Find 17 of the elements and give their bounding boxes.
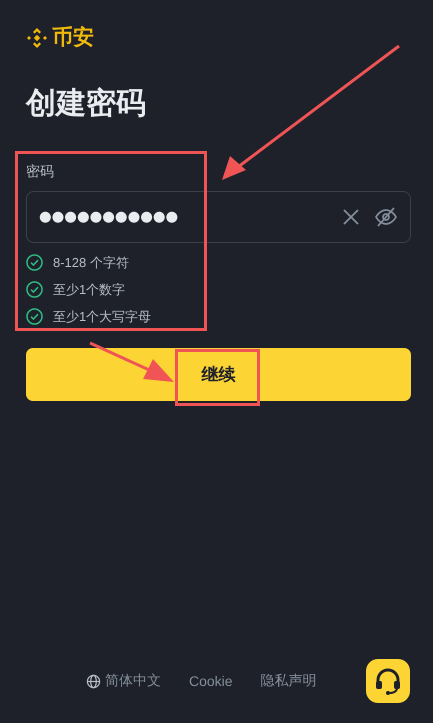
globe-icon bbox=[86, 674, 101, 688]
requirement-text: 至少1个大写字母 bbox=[53, 308, 152, 326]
requirement-text: 8-128 个字符 bbox=[53, 254, 129, 272]
headset-icon bbox=[373, 666, 403, 696]
page-title: 创建密码 bbox=[26, 86, 147, 122]
language-link[interactable]: 简体中文 bbox=[86, 672, 161, 690]
logo-icon bbox=[26, 27, 48, 49]
brand-name: 币安 bbox=[52, 26, 94, 50]
field-label: 密码 bbox=[26, 162, 54, 181]
requirement-text: 至少1个数字 bbox=[53, 280, 126, 298]
footer-link[interactable]: Cookie bbox=[189, 673, 233, 689]
footer-link[interactable]: 隐私声明 bbox=[260, 672, 317, 690]
support-button[interactable] bbox=[366, 659, 410, 703]
password-field[interactable]: ●●●●●●●●●●● bbox=[26, 191, 411, 243]
continue-button[interactable]: 继续 bbox=[26, 348, 411, 401]
close-icon[interactable] bbox=[342, 208, 360, 226]
eye-off-icon[interactable] bbox=[374, 207, 398, 227]
